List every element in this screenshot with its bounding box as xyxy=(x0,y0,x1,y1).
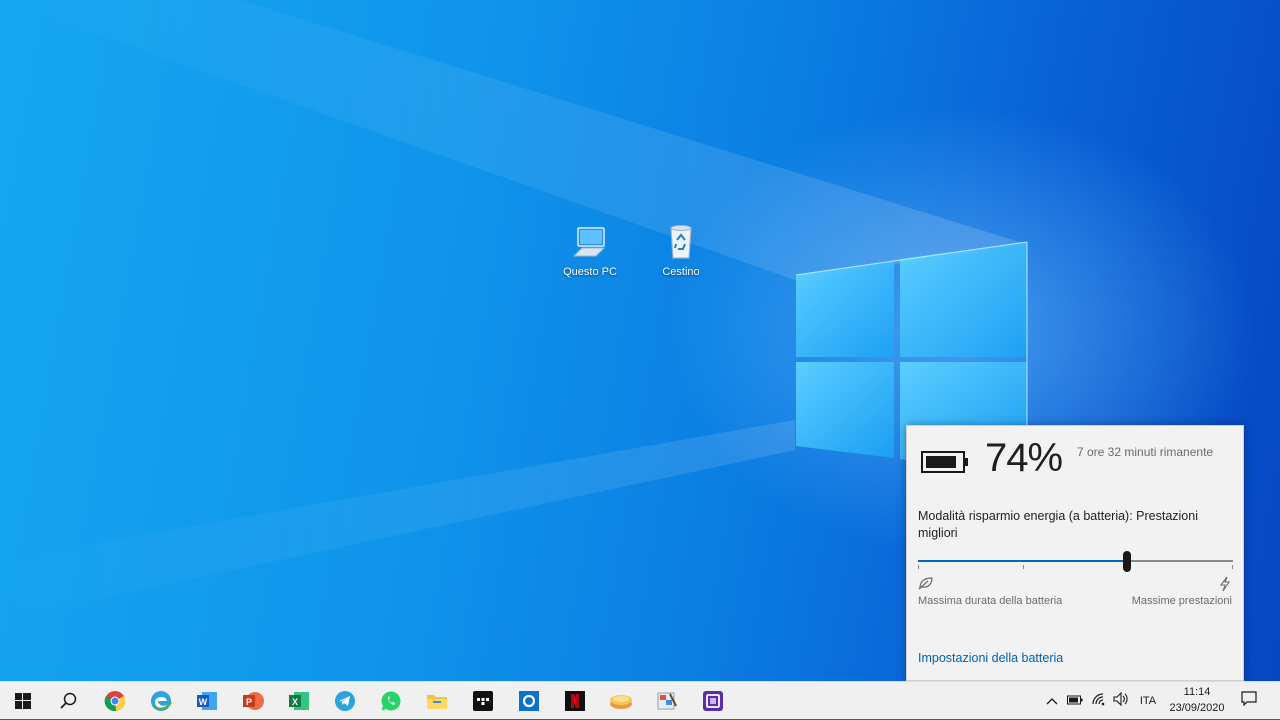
svg-text:W: W xyxy=(199,697,208,707)
tidal-icon xyxy=(472,690,494,712)
recycle-bin-icon xyxy=(661,222,701,262)
taskbar-app-word[interactable]: W xyxy=(184,682,230,720)
word-icon: W xyxy=(196,690,218,712)
battery-flyout: 74% 7 ore 32 minuti rimanente Modalità r… xyxy=(906,425,1244,681)
battery-time-remaining: 7 ore 32 minuti rimanente xyxy=(1077,445,1214,459)
taskbar-app-excel[interactable]: X xyxy=(276,682,322,720)
desktop-icon-label: Cestino xyxy=(662,266,700,278)
slider-tick xyxy=(918,565,919,569)
tray-network-button[interactable] xyxy=(1088,682,1110,720)
telegram-icon xyxy=(334,690,356,712)
power-mode-slider[interactable] xyxy=(918,551,1233,576)
chrome-icon xyxy=(104,690,126,712)
slider-thumb[interactable] xyxy=(1123,551,1131,572)
taskbar: W P X ITA 11:14 23/09/2020 xyxy=(0,681,1280,719)
clock[interactable]: 11:14 23/09/2020 xyxy=(1162,684,1232,716)
taskbar-app-telegram[interactable] xyxy=(322,682,368,720)
lightning-icon xyxy=(1219,576,1231,597)
clock-time: 11:14 xyxy=(1183,686,1211,698)
taskbar-app-paint[interactable] xyxy=(644,682,690,720)
tray-volume-button[interactable] xyxy=(1110,682,1132,720)
notification-icon xyxy=(1241,691,1257,711)
power-mode-label: Modalità risparmio energia (a batteria):… xyxy=(918,509,1198,540)
show-hidden-icons-button[interactable] xyxy=(1042,682,1062,720)
desktop-icon-label: Questo PC xyxy=(563,266,617,278)
tray-battery-button[interactable] xyxy=(1064,682,1086,720)
taskbar-app-whatsapp[interactable] xyxy=(368,682,414,720)
battery-icon xyxy=(921,450,969,479)
slider-tick xyxy=(1023,565,1024,569)
slider-left-label: Massima durata della batteria xyxy=(918,595,1063,607)
slider-tick xyxy=(1232,565,1233,569)
taskbar-app-powerpoint[interactable]: P xyxy=(230,682,276,720)
search-button[interactable] xyxy=(46,682,92,720)
desktop-icon-cestino[interactable]: Cestino xyxy=(643,222,719,278)
language-indicator[interactable]: ITA xyxy=(1134,682,1162,720)
whatsapp-icon xyxy=(380,690,402,712)
store-icon xyxy=(609,690,633,712)
file-explorer-icon xyxy=(426,690,448,712)
outlook-icon xyxy=(518,690,540,712)
chevron-up-icon xyxy=(1046,692,1058,710)
taskbar-app-file-explorer[interactable] xyxy=(414,682,460,720)
slider-track xyxy=(1127,560,1233,562)
taskbar-app-generic[interactable] xyxy=(690,682,736,720)
leaf-icon xyxy=(918,576,934,595)
excel-icon: X xyxy=(288,690,310,712)
taskbar-app-netflix[interactable] xyxy=(552,682,598,720)
netflix-icon xyxy=(564,690,586,712)
search-icon xyxy=(60,692,78,710)
desktop-icon-questo-pc[interactable]: Questo PC xyxy=(552,222,628,278)
taskbar-app-outlook[interactable] xyxy=(506,682,552,720)
clock-date: 23/09/2020 xyxy=(1169,702,1225,714)
slider-track-filled xyxy=(918,560,1127,562)
taskbar-app-store[interactable] xyxy=(598,682,644,720)
edge-icon xyxy=(150,690,172,712)
taskbar-app-edge[interactable] xyxy=(138,682,184,720)
battery-percentage: 74% xyxy=(985,436,1063,480)
slider-right-label: Massime prestazioni xyxy=(1131,595,1232,607)
speaker-icon xyxy=(1113,691,1129,711)
app-icon xyxy=(702,690,724,712)
powerpoint-icon: P xyxy=(242,690,264,712)
taskbar-app-tidal[interactable] xyxy=(460,682,506,720)
svg-text:P: P xyxy=(246,697,252,707)
action-center-button[interactable] xyxy=(1236,682,1262,720)
start-icon xyxy=(15,693,31,709)
svg-text:X: X xyxy=(292,697,298,707)
wifi-icon xyxy=(1091,692,1107,711)
battery-settings-link[interactable]: Impostazioni della batteria xyxy=(918,651,1063,665)
paint-icon xyxy=(656,690,678,712)
computer-icon xyxy=(570,222,610,262)
battery-icon xyxy=(1067,692,1083,710)
start-button[interactable] xyxy=(0,682,46,720)
taskbar-app-chrome[interactable] xyxy=(92,682,138,720)
